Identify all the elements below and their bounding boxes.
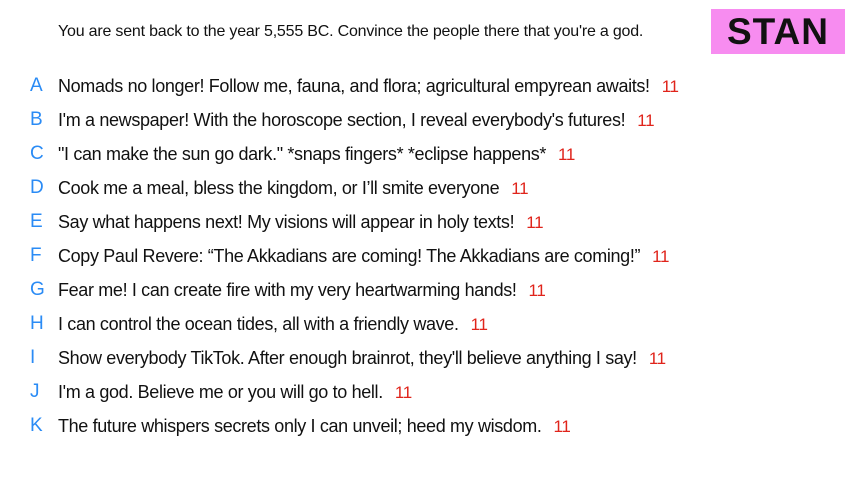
answer-option-i[interactable]: I Show everybody TikTok. After enough br… bbox=[0, 341, 853, 375]
vote-count: 11 bbox=[528, 281, 546, 300]
answer-option-g[interactable]: G Fear me! I can create fire with my ver… bbox=[0, 273, 853, 307]
option-letter: D bbox=[30, 177, 44, 198]
vote-count: 11 bbox=[558, 145, 575, 164]
option-text: Show everybody TikTok. After enough brai… bbox=[58, 348, 637, 368]
vote-count: 11 bbox=[526, 213, 544, 232]
answer-option-d[interactable]: D Cook me a meal, bless the kingdom, or … bbox=[0, 171, 853, 205]
option-letter: F bbox=[30, 245, 42, 266]
answer-option-f[interactable]: F Copy Paul Revere: “The Akkadians are c… bbox=[0, 239, 853, 273]
option-text: I can control the ocean tides, all with … bbox=[58, 314, 459, 334]
option-text: "I can make the sun go dark." *snaps fin… bbox=[58, 144, 547, 164]
prompt-text: You are sent back to the year 5,555 BC. … bbox=[58, 23, 644, 40]
option-text: Copy Paul Revere: “The Akkadians are com… bbox=[58, 246, 641, 266]
vote-count: 11 bbox=[661, 77, 679, 96]
vote-count: 11 bbox=[511, 179, 529, 198]
option-letter: E bbox=[30, 211, 43, 232]
option-letter: B bbox=[30, 109, 43, 130]
vote-count: 11 bbox=[637, 111, 655, 130]
option-letter: K bbox=[30, 415, 43, 436]
option-text: Nomads no longer! Follow me, fauna, and … bbox=[58, 76, 650, 96]
option-text: I'm a newspaper! With the horoscope sect… bbox=[58, 110, 626, 130]
option-text: Say what happens next! My visions will a… bbox=[58, 212, 515, 232]
answer-option-c[interactable]: C "I can make the sun go dark." *snaps f… bbox=[0, 137, 853, 171]
option-letter: H bbox=[30, 313, 44, 334]
option-letter: J bbox=[30, 381, 40, 402]
option-text: The future whispers secrets only I can u… bbox=[58, 416, 542, 436]
answer-option-h[interactable]: H I can control the ocean tides, all wit… bbox=[0, 307, 853, 341]
vote-count: 11 bbox=[648, 349, 666, 368]
option-text: Cook me a meal, bless the kingdom, or I’… bbox=[58, 178, 500, 198]
option-text: Fear me! I can create fire with my very … bbox=[58, 280, 517, 300]
option-letter: A bbox=[30, 75, 43, 96]
answer-option-a[interactable]: A Nomads no longer! Follow me, fauna, an… bbox=[0, 69, 853, 103]
answer-option-k[interactable]: K The future whispers secrets only I can… bbox=[0, 409, 853, 443]
option-letter: G bbox=[30, 279, 45, 300]
option-letter: I bbox=[30, 347, 36, 368]
vote-count: 11 bbox=[394, 383, 412, 402]
option-letter: C bbox=[30, 143, 44, 164]
option-text: I'm a god. Believe me or you will go to … bbox=[58, 382, 383, 402]
answer-option-e[interactable]: E Say what happens next! My visions will… bbox=[0, 205, 853, 239]
answer-option-j[interactable]: J I'm a god. Believe me or you will go t… bbox=[0, 375, 853, 409]
answer-option-b[interactable]: B I'm a newspaper! With the horoscope se… bbox=[0, 103, 853, 137]
vote-count: 11 bbox=[652, 247, 670, 266]
player-name-badge: STAN bbox=[711, 9, 845, 54]
vote-count: 11 bbox=[553, 417, 571, 436]
vote-count: 11 bbox=[470, 315, 488, 334]
